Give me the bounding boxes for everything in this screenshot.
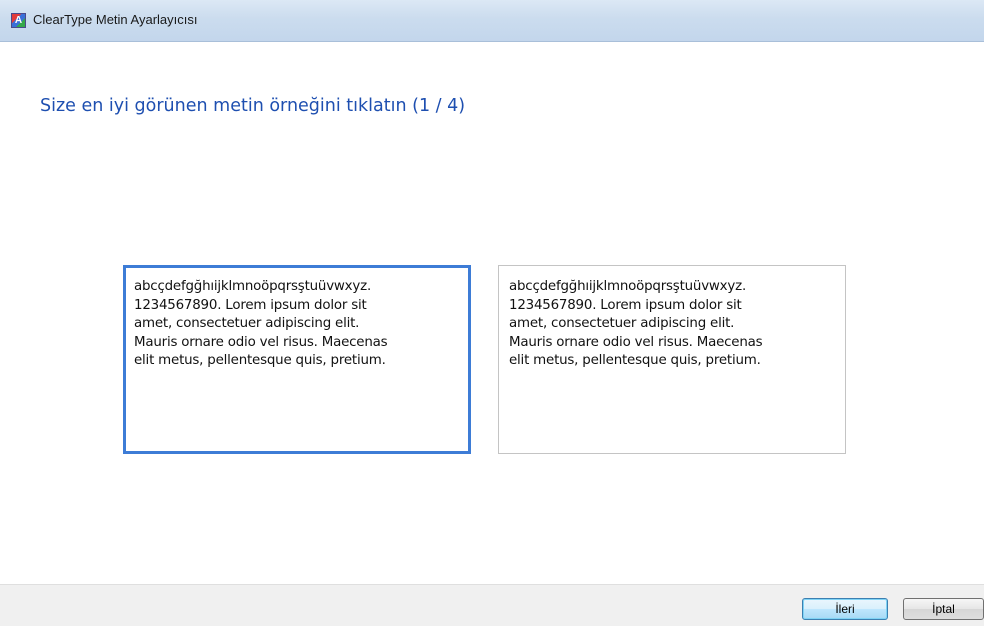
sample-2-line-2: 1234567890. Lorem ipsum dolor sit [509, 297, 742, 313]
sample-2-text: abcçdefgğhıijklmnoöpqrsştuüvwxyz. 123456… [509, 278, 839, 371]
sample-1-line-4: Mauris ornare odio vel risus. Maecenas [134, 334, 388, 350]
sample-1-line-1: abcçdefgğhıijklmnoöpqrsştuüvwxyz. [134, 279, 372, 294]
sample-1-line-3: amet, consectetuer adipiscing elit. [134, 316, 360, 331]
text-sample-2[interactable]: abcçdefgğhıijklmnoöpqrsştuüvwxyz. 123456… [498, 265, 846, 454]
cancel-button[interactable]: İptal [903, 598, 984, 620]
text-sample-1[interactable]: abcçdefgğhıijklmnoöpqrsştuüvwxyz. 123456… [123, 265, 471, 454]
cleartype-tuner-window: A ClearType Metin Ayarlayıcısı Size en i… [0, 0, 984, 626]
sample-2-line-3: amet, consectetuer adipiscing elit. [509, 316, 735, 331]
sample-2-line-1: abcçdefgğhıijklmnoöpqrsştuüvwxyz. [509, 279, 747, 294]
sample-2-line-5: elit metus, pellentesque quis, pretium. [509, 353, 761, 368]
sample-1-line-2: 1234567890. Lorem ipsum dolor sit [134, 297, 367, 313]
button-bar: İleri İptal [0, 584, 984, 626]
sample-1-text: abcçdefgğhıijklmnoöpqrsştuüvwxyz. 123456… [134, 278, 464, 371]
app-icon-letter: A [14, 14, 23, 26]
sample-1-line-5: elit metus, pellentesque quis, pretium. [134, 353, 386, 368]
next-button[interactable]: İleri [802, 598, 888, 620]
sample-2-line-4: Mauris ornare odio vel risus. Maecenas [509, 334, 763, 350]
window-title: ClearType Metin Ayarlayıcısı [33, 12, 198, 27]
cleartype-app-icon: A [11, 13, 26, 28]
title-bar[interactable]: A ClearType Metin Ayarlayıcısı [0, 0, 984, 42]
page-heading: Size en iyi görünen metin örneğini tıkla… [40, 96, 466, 116]
